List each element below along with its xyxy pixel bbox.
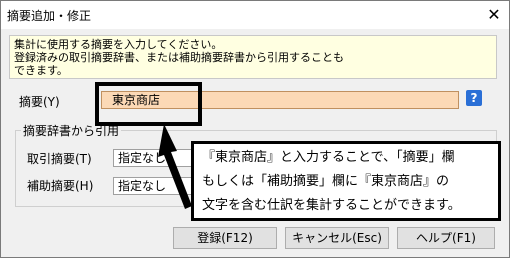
hojo-label: 補助摘要(H) [27, 179, 94, 193]
help-question-icon[interactable]: ? [466, 90, 482, 106]
instruction-line-2: 登録済みの取引摘要辞書、または補助摘要辞書から引用することも [14, 51, 344, 64]
close-icon[interactable]: ✕ [479, 1, 509, 29]
input-highlight-box [95, 82, 202, 126]
register-button[interactable]: 登録(F12) [173, 227, 277, 249]
summary-label: 摘要(Y) [19, 95, 60, 109]
callout-line-2: もしくは「補助摘要」欄に『東京商店』の [202, 174, 450, 189]
window-title: 摘要追加・修正 [7, 9, 92, 23]
annotation-callout: 『東京商店』と入力することで、「摘要」欄 もしくは「補助摘要」欄に『東京商店』の… [191, 141, 501, 221]
instruction-line-3: できます。 [14, 64, 68, 77]
callout-line-3: 文字を含む仕訳を集計することができます。 [202, 198, 461, 213]
instruction-line-1: 集計に使用する摘要を入力してください。 [14, 38, 223, 51]
cancel-button[interactable]: キャンセル(Esc) [285, 227, 389, 249]
instruction-box: 集計に使用する摘要を入力してください。 登録済みの取引摘要辞書、または補助摘要辞… [9, 35, 497, 79]
title-bar: 摘要追加・修正 ✕ [1, 1, 509, 29]
torihiki-label: 取引摘要(T) [27, 152, 92, 166]
callout-line-1: 『東京商店』と入力することで、「摘要」欄 [202, 150, 455, 165]
help-button[interactable]: ヘルプ(F1) [397, 227, 495, 249]
